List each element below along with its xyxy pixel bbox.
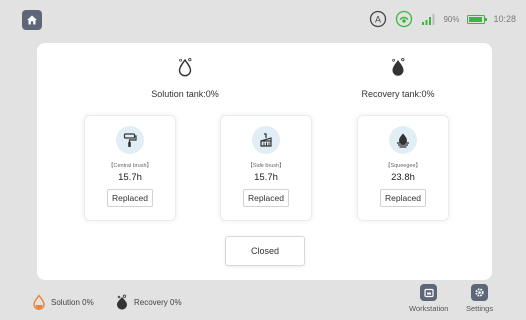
settings-nav[interactable]: Settings	[466, 284, 493, 313]
squeegee-card: 【Squeegee】 23.8h Replaced	[357, 115, 449, 221]
close-dialog-button[interactable]: Closed	[225, 236, 305, 266]
settings-gear-icon	[471, 284, 489, 301]
home-icon	[27, 15, 37, 25]
recovery-tank: Recovery tank:0%	[328, 57, 468, 99]
signal-icon	[422, 14, 435, 25]
side-brush-icon	[252, 126, 280, 154]
workstation-icon	[420, 284, 438, 301]
workstation-label: Workstation	[409, 304, 449, 313]
status-bar: A 90% 10:28	[0, 0, 526, 38]
solution-indicator: Solution 0%	[32, 294, 94, 310]
consumables-dialog: Solution tank:0% Recovery tank:0% 【Centr…	[37, 43, 492, 280]
network-icon	[396, 10, 413, 28]
side-brush-card: 【Side brush】 15.7h Replaced	[220, 115, 312, 221]
clock: 10:28	[493, 14, 516, 24]
recovery-label: Recovery 0%	[134, 297, 182, 307]
side-brush-replaced-button[interactable]: Replaced	[243, 189, 289, 207]
central-brush-card: 【Central brush】 15.7h Replaced	[84, 115, 176, 221]
water-drop-icon	[178, 57, 192, 77]
home-button[interactable]	[22, 10, 42, 30]
solution-tank: Solution tank:0%	[115, 57, 255, 99]
recovery-drop-icon	[117, 294, 127, 310]
central-brush-hours: 15.7h	[118, 172, 142, 183]
recovery-indicator: Recovery 0%	[115, 294, 182, 310]
solution-label: Solution 0%	[51, 297, 94, 307]
auto-mode-label: A	[375, 14, 381, 24]
central-brush-replaced-button[interactable]: Replaced	[107, 189, 153, 207]
solution-drop-icon	[33, 294, 45, 310]
status-indicators: A 90% 10:28	[369, 9, 516, 29]
auto-mode-icon: A	[370, 10, 387, 28]
workstation-nav[interactable]: Workstation	[409, 284, 448, 313]
settings-label: Settings	[466, 304, 494, 313]
side-brush-name: 【Side brush】	[247, 163, 285, 169]
squeegee-icon	[389, 126, 417, 154]
bottom-bar: Solution 0% Recovery 0% Workstation Sett…	[0, 280, 526, 320]
squeegee-replaced-button[interactable]: Replaced	[380, 189, 426, 207]
battery-percentage: 90%	[443, 14, 460, 24]
squeegee-hours: 23.8h	[391, 172, 415, 183]
side-brush-hours: 15.7h	[254, 172, 278, 183]
battery-icon	[467, 14, 488, 24]
solution-tank-label: Solution tank:0%	[151, 89, 219, 99]
squeegee-name: 【Squeegee】	[384, 163, 422, 169]
central-brush-name: 【Central brush】	[107, 163, 153, 169]
dirty-water-drop-icon	[392, 57, 405, 76]
battery-fill	[469, 16, 482, 22]
roller-brush-icon	[116, 126, 144, 154]
recovery-tank-label: Recovery tank:0%	[361, 89, 435, 99]
